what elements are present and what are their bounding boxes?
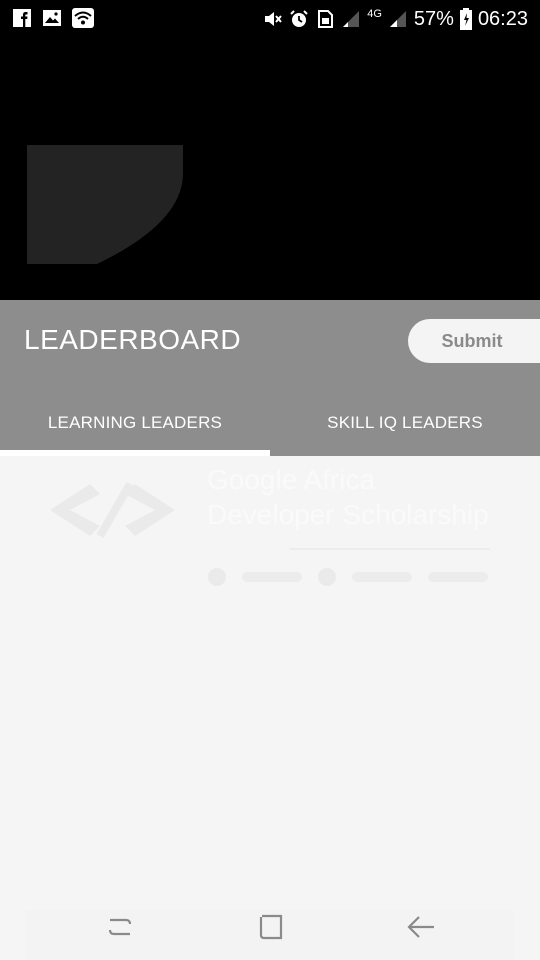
tab-learning-leaders[interactable]: LEARNING LEADERS <box>0 390 270 456</box>
banner-meta-row <box>208 568 488 586</box>
page-title: LEADERBOARD <box>24 324 242 355</box>
home-icon[interactable] <box>255 912 287 942</box>
content-area: Google Africa Developer Scholarship <box>0 456 540 906</box>
image-icon <box>43 10 61 26</box>
status-bar: 4G 57% 06:23 <box>0 0 540 38</box>
tab-skill-iq-leaders[interactable]: SKILL IQ LEADERS <box>270 390 540 456</box>
tab-skill-iq-leaders-label: SKILL IQ LEADERS <box>327 413 483 432</box>
battery-icon <box>459 8 472 30</box>
wifi-icon <box>72 8 94 28</box>
alarm-icon <box>290 10 308 27</box>
banner-divider <box>290 548 490 550</box>
meta-dot-icon <box>318 568 336 586</box>
banner-title: Google Africa Developer Scholarship <box>207 462 527 532</box>
tab-learning-leaders-label: LEARNING LEADERS <box>47 413 223 432</box>
mute-icon <box>265 12 282 26</box>
back-icon[interactable] <box>406 912 438 942</box>
status-time: 06:23 <box>477 8 528 30</box>
meta-placeholder <box>242 572 302 582</box>
battery-percent: 57% <box>413 8 454 30</box>
status-bar-left <box>12 8 94 28</box>
meta-placeholder <box>352 572 412 582</box>
tab-bar: LEARNING LEADERS SKILL IQ LEADERS <box>0 390 540 456</box>
meta-placeholder <box>428 572 488 582</box>
network-type-label: 4G <box>367 8 382 20</box>
facebook-icon <box>13 9 31 27</box>
leaderboard-header: LEADERBOARD Submit LEARNING LEADERS SKIL… <box>0 300 540 456</box>
partial-logo-shape <box>27 145 183 264</box>
status-bar-right: 4G 57% 06:23 <box>263 6 528 32</box>
header-image-area <box>0 38 540 300</box>
signal-4g-icon <box>389 11 406 27</box>
recents-icon[interactable] <box>104 912 136 942</box>
meta-dot-icon <box>208 568 226 586</box>
banner-title-line2: Developer Scholarship <box>207 499 489 530</box>
scholarship-logo-icon <box>50 482 175 538</box>
signal-icon <box>343 11 360 27</box>
banner-title-line1: Google Africa <box>207 464 376 495</box>
sim-icon <box>318 10 334 28</box>
submit-button[interactable]: Submit <box>408 319 540 363</box>
navigation-bar <box>26 910 514 960</box>
